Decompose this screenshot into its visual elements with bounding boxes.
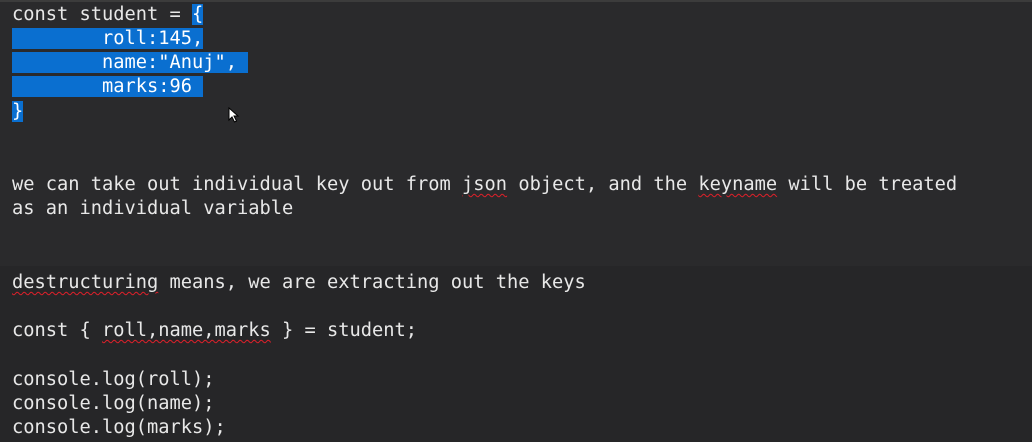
selected-text: roll:145, bbox=[12, 28, 204, 49]
console-line-name[interactable]: console.log(name); bbox=[12, 392, 215, 416]
top-border bbox=[0, 0, 1032, 2]
selected-text: { bbox=[192, 4, 204, 25]
code-line-2[interactable]: roll:145, bbox=[12, 27, 204, 51]
explanation-line-2[interactable]: as an individual variable bbox=[12, 197, 293, 221]
selected-text: } bbox=[12, 101, 24, 122]
spellcheck-word-json[interactable]: json bbox=[462, 174, 507, 195]
text-segment: } = student; bbox=[270, 320, 418, 341]
code-text: const student = bbox=[12, 4, 193, 25]
destructure-code-line[interactable]: const { roll,name,marks } = student; bbox=[12, 319, 417, 343]
explanation-line-1[interactable]: we can take out individual key out from … bbox=[12, 173, 957, 197]
code-line-3[interactable]: name:"Anuj", bbox=[12, 51, 249, 75]
text-segment: means, we are extracting out the keys bbox=[158, 272, 586, 293]
code-line-1[interactable]: const student = { bbox=[12, 3, 204, 27]
selected-text: marks:96 bbox=[12, 76, 204, 97]
code-line-5[interactable]: } bbox=[12, 100, 24, 124]
console-line-marks[interactable]: console.log(marks); bbox=[12, 416, 226, 440]
spellcheck-word-keyname[interactable]: keyname bbox=[698, 174, 777, 195]
spellcheck-word-destructuring[interactable]: destructuring bbox=[12, 272, 158, 293]
selected-text: name:"Anuj", bbox=[12, 52, 249, 73]
text-editor[interactable]: const student = { roll:145, name:"Anuj",… bbox=[0, 0, 1032, 442]
console-line-roll[interactable]: console.log(roll); bbox=[12, 368, 215, 392]
destructuring-line[interactable]: destructuring means, we are extracting o… bbox=[12, 271, 586, 295]
text-segment: object, and the bbox=[507, 174, 699, 195]
text-segment: we can take out individual key out from bbox=[12, 174, 463, 195]
text-segment: const { bbox=[12, 320, 103, 341]
arrow-pointer-icon bbox=[228, 107, 240, 123]
code-line-4[interactable]: marks:96 bbox=[12, 75, 204, 99]
text-segment: will be treated bbox=[777, 174, 958, 195]
spellcheck-vars[interactable]: roll,name,marks bbox=[102, 320, 271, 341]
text-segment: as an individual variable bbox=[12, 198, 294, 219]
